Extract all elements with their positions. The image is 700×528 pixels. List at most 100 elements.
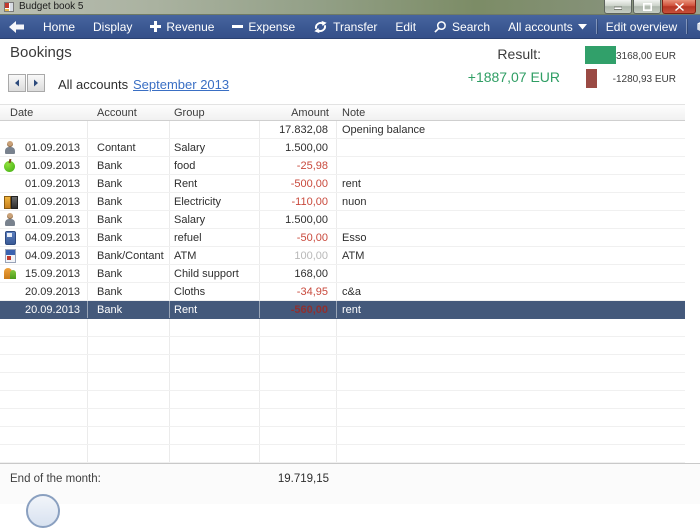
cell-group: Salary — [170, 211, 260, 228]
bottom-action-button[interactable] — [26, 494, 60, 528]
accounts-dropdown[interactable]: All accounts — [499, 15, 596, 38]
cell-amount — [260, 373, 337, 390]
cell-account: Bank — [88, 211, 170, 228]
empty-table-row[interactable] — [0, 409, 685, 427]
toolbar-item-edit[interactable]: Edit — [386, 15, 425, 38]
toolbar-item-transfer[interactable]: Transfer — [304, 15, 386, 38]
next-month-button[interactable] — [27, 74, 45, 92]
cell-amount: -560,00 — [260, 301, 337, 318]
toolbar-item-display[interactable]: Display — [84, 15, 141, 38]
result-net-value: +1887,07 EUR — [468, 69, 560, 85]
cell-note — [337, 373, 685, 390]
date-text: 01.09.2013 — [25, 160, 80, 172]
end-of-month-label: End of the month: — [10, 473, 101, 485]
cell-account — [88, 409, 170, 426]
minimize-button[interactable] — [604, 0, 632, 14]
chevron-down-icon — [578, 24, 587, 30]
cell-amount — [260, 391, 337, 408]
cell-group — [170, 391, 260, 408]
cell-note: Esso — [337, 229, 685, 246]
expense-bar — [586, 69, 597, 88]
transfer-label: Transfer — [333, 20, 377, 34]
table-row[interactable]: 01.09.2013 BankSalary1.500,00 — [0, 211, 685, 229]
table-row[interactable]: 04.09.2013Bank/ContantATM100,00ATM — [0, 247, 685, 265]
cell-account — [88, 427, 170, 444]
cell-date: 01.09.2013 — [0, 175, 88, 192]
empty-table-row[interactable] — [0, 427, 685, 445]
cell-amount: 1.500,00 — [260, 211, 337, 228]
cell-amount: -500,00 — [260, 175, 337, 192]
table-row[interactable]: 17.832,08Opening balance — [0, 121, 685, 139]
titlebar: Budget book 5 — [0, 0, 700, 15]
cell-note — [337, 337, 685, 354]
reports-button[interactable] — [687, 15, 700, 38]
box-icon — [695, 20, 700, 34]
empty-table-row[interactable] — [0, 445, 685, 463]
column-header-note[interactable]: Note — [337, 107, 685, 119]
transfer-icon — [313, 20, 328, 34]
period-link[interactable]: September 2013 — [133, 77, 229, 92]
column-header-account[interactable]: Account — [88, 107, 170, 119]
empty-table-row[interactable] — [0, 373, 685, 391]
footer: End of the month: 19.719,15 — [0, 463, 700, 504]
edit-overview-button[interactable]: Edit overview — [597, 15, 686, 38]
cell-group — [170, 373, 260, 390]
empty-table-row[interactable] — [0, 391, 685, 409]
maximize-button[interactable] — [633, 0, 661, 14]
cell-note: ATM — [337, 247, 685, 264]
table-row[interactable]: 01.09.2013BankRent-500,00rent — [0, 175, 685, 193]
result-label: Result: — [497, 46, 541, 62]
back-button[interactable] — [0, 15, 34, 38]
arrow-right-icon — [33, 79, 39, 87]
table-row[interactable]: 15.09.2013BankChild support168,00 — [0, 265, 685, 283]
expense-value: -1280,93 EUR — [613, 74, 676, 85]
cell-note: c&a — [337, 283, 685, 300]
revenue-bar — [585, 46, 616, 64]
cell-note — [337, 355, 685, 372]
empty-table-row[interactable] — [0, 337, 685, 355]
cell-group — [170, 409, 260, 426]
cell-group: food — [170, 157, 260, 174]
cell-date: 20.09.2013 — [0, 283, 88, 300]
toolbar-item-search[interactable]: Search — [425, 15, 499, 38]
cell-group: ATM — [170, 247, 260, 264]
date-text: 01.09.2013 — [25, 214, 80, 226]
apple-icon — [3, 159, 17, 172]
table-row[interactable]: 04.09.2013Bankrefuel-50,00Esso — [0, 229, 685, 247]
column-header-amount[interactable]: Amount — [260, 107, 337, 119]
search-label: Search — [452, 20, 490, 34]
cell-note — [337, 139, 685, 156]
cell-account — [88, 121, 170, 138]
table-row[interactable]: 01.09.2013Bankfood-25,98 — [0, 157, 685, 175]
accounts-dropdown-label: All accounts — [508, 20, 573, 34]
toolbar-item-home[interactable]: Home — [34, 15, 84, 38]
column-header-date[interactable]: Date — [0, 107, 88, 119]
table-row[interactable]: 20.09.2013BankRent-560,00rent — [0, 301, 685, 319]
previous-month-button[interactable] — [8, 74, 26, 92]
cell-group: Child support — [170, 265, 260, 282]
cell-group: Rent — [170, 175, 260, 192]
empty-table-row[interactable] — [0, 355, 685, 373]
toolbar: Home Display Revenue Expense Transfer Ed… — [0, 15, 700, 39]
window-title: Budget book 5 — [19, 1, 84, 12]
close-icon — [675, 3, 684, 11]
minimize-icon — [614, 3, 622, 10]
cell-note: nuon — [337, 193, 685, 210]
cell-note: rent — [337, 301, 685, 318]
cell-group — [170, 121, 260, 138]
column-header-group[interactable]: Group — [170, 107, 260, 119]
close-button[interactable] — [662, 0, 696, 14]
cell-note — [337, 319, 685, 336]
table-row[interactable]: 20.09.2013BankCloths-34,95c&a — [0, 283, 685, 301]
toolbar-item-expense[interactable]: Expense — [223, 15, 304, 38]
cell-note — [337, 427, 685, 444]
empty-table-row[interactable] — [0, 319, 685, 337]
toolbar-item-revenue[interactable]: Revenue — [141, 15, 223, 38]
date-text: 20.09.2013 — [25, 286, 80, 298]
cell-amount — [260, 427, 337, 444]
table-row[interactable]: 01.09.2013ContantSalary1.500,00 — [0, 139, 685, 157]
cell-group: Electricity — [170, 193, 260, 210]
cell-account — [88, 445, 170, 462]
fuel-pump-icon — [3, 231, 17, 244]
table-row[interactable]: 01.09.2013BankElectricity-110,00nuon — [0, 193, 685, 211]
